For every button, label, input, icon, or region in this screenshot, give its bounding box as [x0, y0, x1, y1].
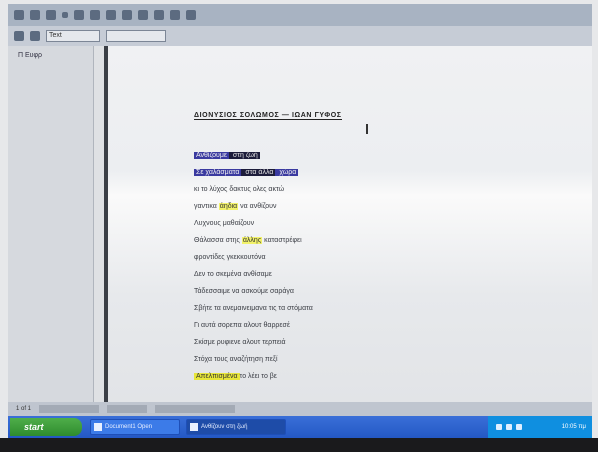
document-page[interactable]: ΔΙΟΝΥΣΙΟΣ ΣΟΛΩΜΟΣ — ΙΩΑΝ ΓΥΦΟΣ Ανθίζουμε…: [108, 46, 592, 402]
navigator-item[interactable]: Π Ευφρ: [8, 50, 93, 61]
line-text: Τάδεσσαιμε να ασκούμε σαράγα: [194, 288, 294, 295]
window-icon: [94, 423, 102, 431]
redo-icon[interactable]: [186, 10, 196, 20]
undo-icon[interactable]: [170, 10, 180, 20]
network-icon[interactable]: [496, 424, 502, 430]
document-line: Τάδεσσαιμε να ασκούμε σαράγα: [194, 286, 313, 303]
line-text: Λυχνους μαθαίζουν: [194, 220, 255, 227]
document-line: Ανθίζουμε στη ζωή: [194, 150, 313, 167]
line-text: το λέει το βε: [239, 373, 277, 380]
status-segment: [39, 405, 100, 413]
taskbar-item[interactable]: Document1 Open: [90, 419, 180, 435]
document-line: Σε χαλάσματα στα άλλα χώρα: [194, 167, 313, 184]
document-line: Θάλασσα στης άλλης καταστρέφει: [194, 235, 313, 252]
zoom-slider[interactable]: [155, 405, 236, 413]
screen: Text Π Ευφρ ΔΙΟΝΥΣΙΟΣ ΣΟΛΩΜΟΣ — ΙΩΑΝ ΓΥΦ…: [8, 4, 592, 438]
monitor-bezel: [0, 438, 598, 452]
highlighted-text: Ανθίζουμε: [194, 152, 229, 159]
line-text: καταστρέφει: [262, 237, 302, 244]
taskbar-item-label: Ανθίζουν στη ζωή: [201, 424, 248, 430]
security-icon[interactable]: [516, 424, 522, 430]
document-lines: Ανθίζουμε στη ζωή Σε χαλάσματα στα άλλα χ…: [194, 150, 313, 388]
document-line: Γι αυτά σορεπα αλουτ θαρρεσέ: [194, 320, 313, 337]
save-icon[interactable]: [46, 10, 56, 20]
document-line: Απελπισμένα το λέει το βε: [194, 371, 313, 388]
clock[interactable]: 10:05 πμ: [562, 424, 586, 430]
document-line: γαντικα άηδια να ανθίζουν: [194, 201, 313, 218]
paste-icon[interactable]: [154, 10, 164, 20]
formatting-toolbar: Text: [8, 26, 592, 46]
document-icon: [190, 423, 198, 431]
text-cursor: [366, 124, 368, 134]
line-text: Σβήτε τα ανεμαινειμανα τις τα στόματα: [194, 305, 313, 312]
document-title: ΔΙΟΝΥΣΙΟΣ ΣΟΛΩΜΟΣ — ΙΩΑΝ ΓΥΦΟΣ: [194, 112, 342, 120]
document-line: φροντίδες γκεκκουτόνα: [194, 252, 313, 269]
highlighted-text: στη ζωή: [228, 152, 260, 159]
line-text: γαντικα: [194, 203, 219, 210]
line-text: φροντίδες γκεκκουτόνα: [194, 254, 266, 261]
taskbar-item-label: Document1 Open: [105, 424, 153, 430]
document-line: Λυχνους μαθαίζουν: [194, 218, 313, 235]
font-dropdown[interactable]: [106, 30, 166, 42]
line-text: Δεν το σκεμένα ανθίσαμε: [194, 271, 272, 278]
document-line: Στόχα τους αναζήτηση πεξί: [194, 354, 313, 371]
taskbar: start Document1 Open Ανθίζουν στη ζωή 10…: [8, 416, 592, 438]
document-area: ΔΙΟΝΥΣΙΟΣ ΣΟΛΩΜΟΣ — ΙΩΑΝ ΓΥΦΟΣ Ανθίζουμε…: [94, 46, 592, 402]
status-segment: [107, 405, 148, 413]
document-line: Σβήτε τα ανεμαινειμανα τις τα στόματα: [194, 303, 313, 320]
page-indicator: 1 of 1: [16, 406, 32, 412]
highlighted-text: στα άλλα: [241, 169, 276, 176]
line-text: Στόχα τους αναζήτηση πεξί: [194, 356, 278, 363]
spellcheck-icon[interactable]: [106, 10, 116, 20]
new-document-icon[interactable]: [14, 10, 24, 20]
open-folder-icon[interactable]: [30, 10, 40, 20]
separator-icon: [62, 12, 68, 18]
status-bar: 1 of 1: [8, 402, 592, 416]
navigator-pane: Π Ευφρ: [8, 46, 94, 402]
document-line: Σκίσμε ρυφιενε αλουτ τερπειά: [194, 337, 313, 354]
system-tray: 10:05 πμ: [488, 416, 592, 438]
styles-icon[interactable]: [14, 31, 24, 41]
document-line: Δεν το σκεμένα ανθίσαμε: [194, 269, 313, 286]
line-text: Σκίσμε ρυφιενε αλουτ τερπειά: [194, 339, 286, 346]
highlighted-text: άλλης: [241, 237, 263, 244]
highlighted-text: Απελπισμένα: [194, 373, 240, 380]
line-text: κι το λύχος δακτυς ολες ακτώ: [194, 186, 285, 193]
volume-icon[interactable]: [506, 424, 512, 430]
taskbar-item-active[interactable]: Ανθίζουν στη ζωή: [186, 419, 286, 435]
highlighted-text: Σε χαλάσματα: [194, 169, 242, 176]
print-icon[interactable]: [74, 10, 84, 20]
main-toolbar: [8, 4, 592, 26]
line-text: Γι αυτά σορεπα αλουτ θαρρεσέ: [194, 322, 290, 329]
document-line: κι το λύχος δακτυς ολες ακτώ: [194, 184, 313, 201]
highlighted-text: άηδια: [218, 203, 239, 210]
copy-icon[interactable]: [138, 10, 148, 20]
style-dropdown[interactable]: Text: [46, 30, 100, 42]
preview-icon[interactable]: [90, 10, 100, 20]
line-text: να ανθίζουν: [238, 203, 277, 210]
start-button[interactable]: start: [10, 418, 82, 436]
highlighted-text: χώρα: [275, 169, 299, 176]
line-text: Θάλασσα στης: [194, 237, 242, 244]
cut-icon[interactable]: [122, 10, 132, 20]
brush-icon[interactable]: [30, 31, 40, 41]
